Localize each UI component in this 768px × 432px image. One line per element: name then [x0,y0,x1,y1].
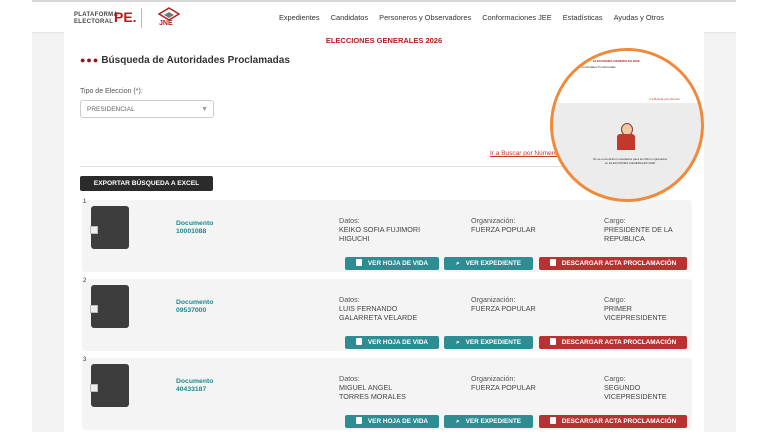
candidate-photo [90,285,129,328]
ver-hoja-de-vida-button[interactable]: VER HOJA DE VIDA [345,415,439,428]
broken-image-icon [90,305,98,313]
nav-personeros[interactable]: Personeros y Observadores [379,13,471,22]
broken-image-icon [90,226,98,234]
search-icon: ⌕ [456,418,460,425]
result-card: 2 Documento 09537000 Datos: LUIS FERNAND… [82,278,692,351]
cargo-value: PRIMER VICEPRESIDENTE [604,304,667,322]
zoom-buscar-link: Ir a Buscar por Número [649,97,681,101]
ver-expediente-button[interactable]: ⌕ VER EXPEDIENTE [444,257,533,270]
cargo-value: PRESIDENTE DE LA REPUBLICA [604,225,673,243]
cargo-label: Cargo: [604,295,626,304]
ver-expediente-button[interactable]: ⌕ VER EXPEDIENTE [444,336,533,349]
search-icon: ⌕ [456,260,460,267]
result-number: 2 [83,278,87,284]
tipo-eleccion-value: PRESIDENCIAL [87,106,135,113]
organizacion-label: Organización: [471,295,516,304]
datos-label: Datos: [339,216,360,225]
documento-number[interactable]: 40433187 [176,386,206,393]
documento-link[interactable]: Documento [176,220,213,227]
organizacion-label: Organización: [471,216,516,225]
zoom-title: ELECCIONES GENERALES 2026 [593,59,640,63]
descargar-acta-button[interactable]: DESCARGAR ACTA PROCLAMACIÓN [539,415,687,428]
datos-value: LUIS FERNANDO GALARRETA VELARDE [339,304,418,322]
buscar-por-numero-link[interactable]: Ir a Buscar por Número [490,150,558,157]
datos-value: KEIKO SOFIA FUJIMORI HIGUCHI [339,225,421,243]
cargo-label: Cargo: [604,374,626,383]
result-card: 1 Documento 10001088 Datos: KEIKO SOFIA … [82,199,692,272]
tipo-eleccion-label: Tipo de Eleccion (*): [80,88,143,95]
datos-label: Datos: [339,374,360,383]
download-icon [549,338,556,345]
tipo-eleccion-select[interactable]: PRESIDENCIAL ▼ [80,100,214,118]
documento-number[interactable]: 10001088 [176,228,206,235]
nav-conformaciones-jee[interactable]: Conformaciones JEE [482,13,551,22]
organizacion-label: Organización: [471,374,516,383]
organizacion-value: FUERZA POPULAR [471,383,536,392]
documento-link[interactable]: Documento [176,299,213,306]
documento-number[interactable]: 09537000 [176,307,206,314]
nav-ayudas[interactable]: Ayudas y Otros [614,13,664,22]
nav-candidatos[interactable]: Candidatos [331,13,368,22]
result-card: 3 Documento 40433187 Datos: MIGUEL ANGEL… [82,357,692,430]
candidate-photo [90,206,129,249]
candidate-photo [90,364,129,407]
cargo-value: SEGUNDO VICEPRESIDENTE [604,383,667,401]
logo-divider [141,8,142,28]
documento-link[interactable]: Documento [176,378,213,385]
no-results-message: No se encontraron resultados para los fi… [592,157,668,165]
main-menu: Expedientes Candidatos Personeros y Obse… [270,13,664,22]
ver-hoja-de-vida-button[interactable]: VER HOJA DE VIDA [345,336,439,349]
descargar-acta-button[interactable]: DESCARGAR ACTA PROCLAMACIÓN [539,257,687,270]
download-icon [549,259,556,266]
title-dots-icon: ●●● [80,55,100,65]
page-title-text: Búsqueda de Autoridades Proclamadas [101,55,290,66]
top-navigation-bar: PLATAFORMA ELECTORAL PE. JNE Expedientes… [32,0,736,32]
plataforma-electoral-logo-text[interactable]: PLATAFORMA ELECTORAL [74,12,118,26]
page-title: ●●● Búsqueda de Autoridades Proclamadas [80,55,290,66]
election-banner: ELECCIONES GENERALES 2026 [325,36,443,45]
result-number: 3 [83,357,87,363]
cargo-label: Cargo: [604,216,626,225]
document-icon [355,259,362,266]
datos-label: Datos: [339,295,360,304]
nav-expedientes[interactable]: Expedientes [279,13,320,22]
document-icon [355,338,362,345]
descargar-acta-button[interactable]: DESCARGAR ACTA PROCLAMACIÓN [539,336,687,349]
search-icon: ⌕ [456,339,460,346]
broken-image-icon [90,384,98,392]
organizacion-value: FUERZA POPULAR [471,304,536,313]
datos-value: MIGUEL ANGEL TORRES MORALES [339,383,406,401]
logo-line-2: ELECTORAL [74,19,114,25]
person-illustration-body [617,134,635,150]
chevron-down-icon: ▼ [201,106,208,113]
logo-line-1: PLATAFORMA [74,12,119,18]
download-icon [549,417,556,424]
ver-expediente-button[interactable]: ⌕ VER EXPEDIENTE [444,415,533,428]
document-icon [355,417,362,424]
result-number: 1 [83,199,87,205]
zoom-magnifier-overlay: ELECCIONES GENERALES 2026 Búsqueda de Au… [550,48,704,202]
jne-logo-text: JNE [159,20,173,27]
export-excel-button[interactable]: EXPORTAR BÚSQUEDA A EXCEL [80,176,213,191]
nav-estadisticas[interactable]: Estadísticas [563,13,603,22]
zoom-page-title: Búsqueda de Autoridades Proclamadas [563,65,616,69]
organizacion-value: FUERZA POPULAR [471,225,536,234]
pe-logo-mark[interactable]: PE. [114,9,137,25]
ver-hoja-de-vida-button[interactable]: VER HOJA DE VIDA [345,257,439,270]
